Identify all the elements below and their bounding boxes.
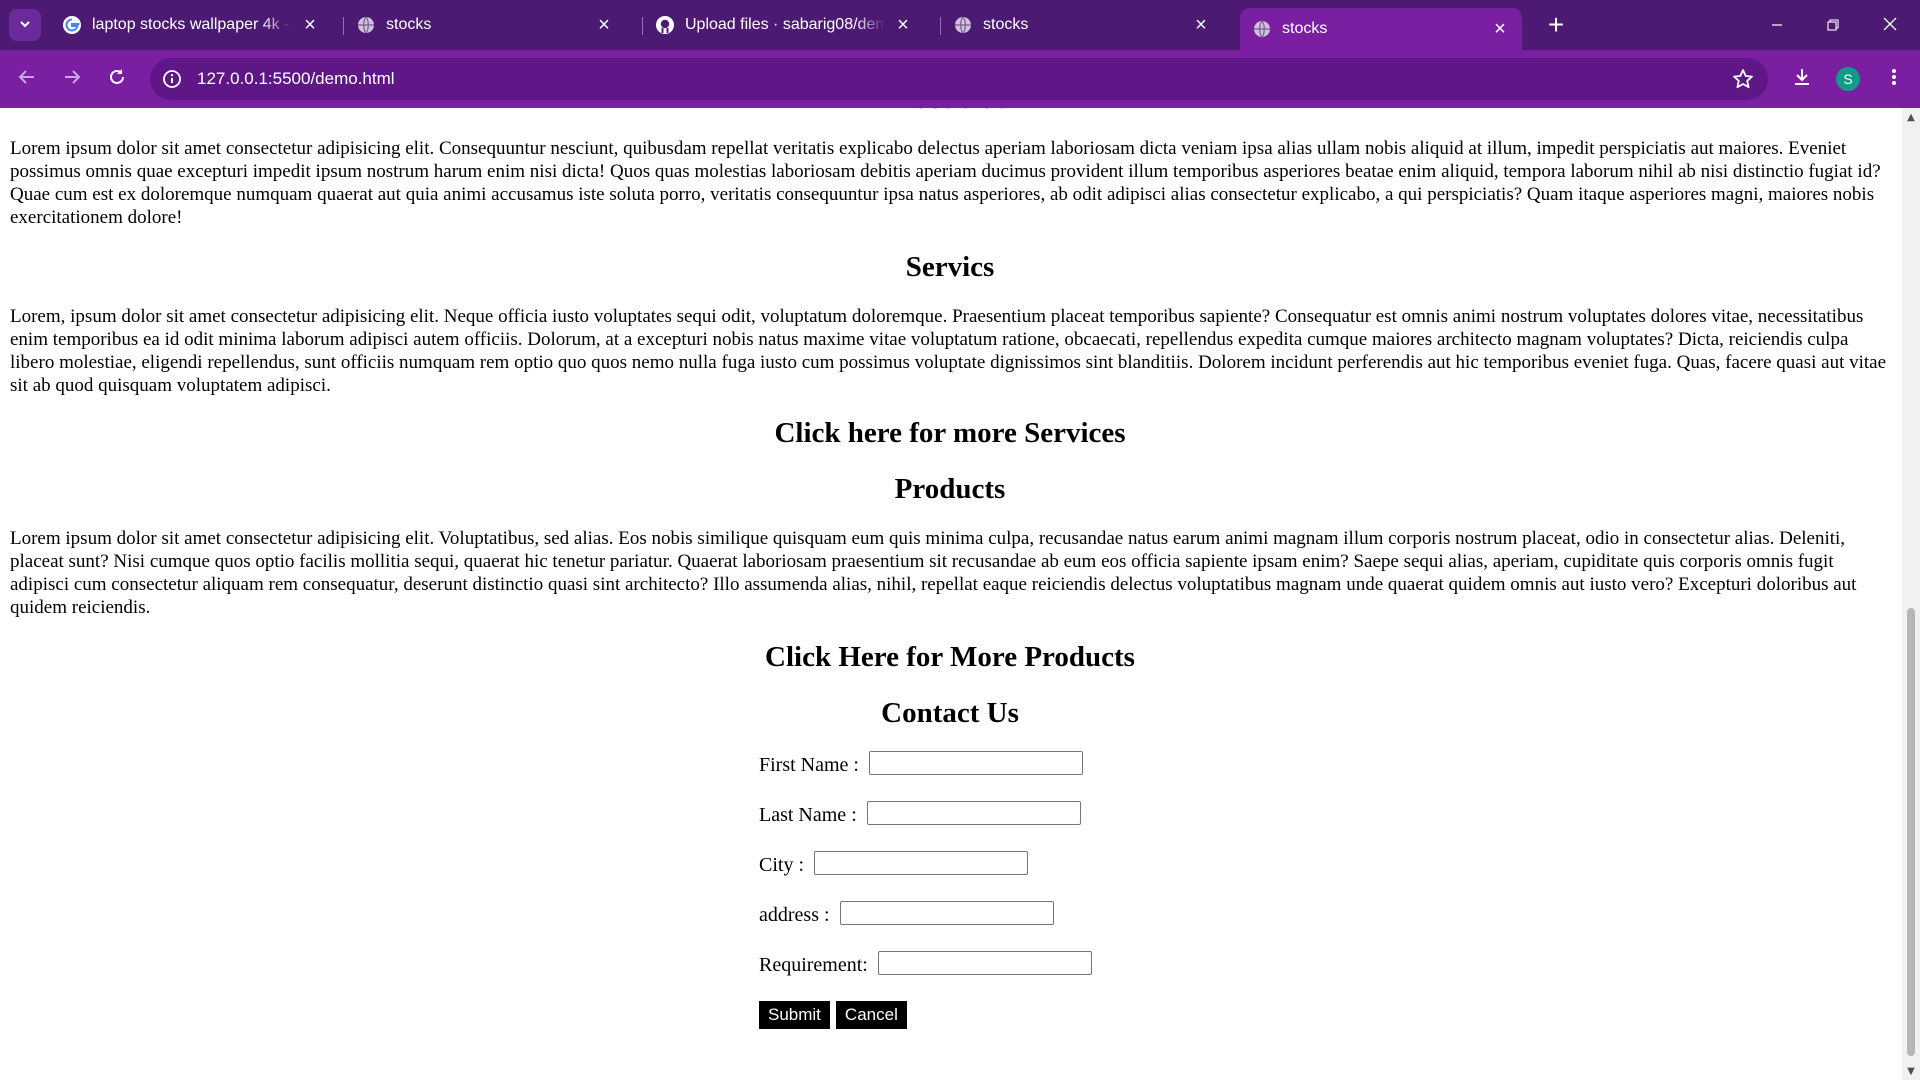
- browser-toolbar: 127.0.0.1:5500/demo.html: [0, 50, 1920, 108]
- close-icon[interactable]: ×: [1189, 13, 1213, 37]
- tab-google-search[interactable]: laptop stocks wallpaper 4k - Go ×: [50, 8, 332, 42]
- address-bar[interactable]: 127.0.0.1:5500/demo.html: [150, 58, 1768, 100]
- arrow-left-icon: [18, 68, 36, 90]
- arrow-right-icon: [63, 68, 81, 90]
- downloads-button[interactable]: [1786, 63, 1818, 95]
- chevron-down-icon: [18, 16, 32, 35]
- plus-icon: +: [1547, 9, 1565, 40]
- kebab-menu-icon: [1891, 68, 1897, 90]
- page-content: About Us Lorem ipsum dolor sit amet cons…: [10, 108, 1890, 1029]
- page-viewport: About Us Lorem ipsum dolor sit amet cons…: [0, 108, 1902, 1080]
- tab-label: stocks: [983, 16, 1029, 33]
- first-name-field[interactable]: [869, 751, 1083, 775]
- tab-stocks-active[interactable]: stocks ×: [1240, 8, 1522, 50]
- form-buttons: Submit Cancel: [759, 1001, 1259, 1029]
- contact-heading: Contact Us: [881, 697, 1019, 729]
- city-field[interactable]: [814, 851, 1029, 875]
- tab-stocks-1[interactable]: stocks ×: [344, 8, 626, 42]
- address-row: address :: [759, 901, 1259, 951]
- requirement-row: Requirement:: [759, 951, 1259, 1001]
- reload-icon: [108, 68, 126, 90]
- google-icon: [62, 15, 82, 35]
- close-icon[interactable]: ×: [592, 13, 616, 37]
- restore-button[interactable]: [1810, 6, 1856, 44]
- contact-form: First Name : Last Name : City : address …: [759, 751, 1259, 1029]
- forward-button[interactable]: [56, 63, 88, 95]
- address-field[interactable]: [839, 901, 1054, 925]
- menu-button[interactable]: [1878, 63, 1910, 95]
- products-heading: Products: [894, 473, 1006, 505]
- close-icon: [1883, 16, 1897, 35]
- reload-button[interactable]: [101, 63, 133, 95]
- profile-avatar[interactable]: S: [1836, 67, 1860, 91]
- cancel-button[interactable]: Cancel: [835, 1001, 907, 1029]
- url-text: 127.0.0.1:5500/demo.html: [197, 69, 395, 88]
- services-heading: Servics: [905, 251, 995, 283]
- scroll-down-arrow-icon[interactable]: ▼: [1902, 1062, 1920, 1080]
- tab-github-upload[interactable]: Upload files · sabarig08/demo ×: [643, 8, 925, 42]
- first-name-row: First Name :: [759, 751, 1259, 801]
- address-label: address :: [759, 904, 835, 926]
- new-tab-button[interactable]: +: [1541, 9, 1571, 40]
- more-products-link[interactable]: Click Here for More Products: [10, 640, 1890, 674]
- submit-button[interactable]: Submit: [759, 1001, 830, 1029]
- city-row: City :: [759, 851, 1259, 901]
- bookmark-star-icon[interactable]: [1732, 68, 1754, 90]
- products-paragraph: Lorem ipsum dolor sit amet consectetur a…: [10, 528, 1857, 618]
- globe-icon: [1252, 19, 1272, 39]
- close-window-button[interactable]: [1867, 6, 1913, 44]
- last-name-field[interactable]: [866, 801, 1081, 825]
- close-icon[interactable]: ×: [298, 13, 322, 37]
- first-name-label: First Name :: [759, 754, 864, 776]
- tab-label: stocks: [386, 16, 432, 33]
- requirement-field[interactable]: [877, 951, 1092, 975]
- more-services-link[interactable]: Click here for more Services: [10, 416, 1890, 450]
- globe-icon: [356, 15, 376, 35]
- about-paragraph: Lorem ipsum dolor sit amet consectetur a…: [10, 138, 1881, 228]
- site-info-icon[interactable]: [162, 69, 182, 89]
- tab-label: laptop stocks wallpaper 4k - Go: [92, 16, 292, 33]
- back-button[interactable]: [11, 63, 43, 95]
- requirement-label: Requirement:: [759, 954, 873, 976]
- tab-strip: laptop stocks wallpaper 4k - Go × stocks…: [0, 0, 1920, 50]
- minimize-button[interactable]: [1754, 6, 1800, 44]
- globe-icon: [953, 15, 973, 35]
- restore-icon: [1827, 16, 1839, 35]
- about-heading: About Us: [10, 108, 1890, 116]
- last-name-row: Last Name :: [759, 801, 1259, 851]
- download-icon: [1792, 67, 1812, 91]
- tab-stocks-2[interactable]: stocks ×: [941, 8, 1223, 42]
- tab-label: stocks: [1282, 20, 1328, 37]
- last-name-label: Last Name :: [759, 804, 862, 826]
- services-paragraph: Lorem, ipsum dolor sit amet consectetur …: [10, 306, 1887, 396]
- close-icon[interactable]: ×: [891, 13, 915, 37]
- city-label: City :: [759, 854, 810, 876]
- close-icon[interactable]: ×: [1488, 17, 1512, 41]
- tab-search-button[interactable]: [9, 9, 41, 41]
- minimize-icon: [1771, 16, 1783, 35]
- github-icon: [655, 15, 675, 35]
- scroll-thumb[interactable]: [1907, 608, 1915, 1056]
- tab-label: Upload files · sabarig08/demo: [685, 16, 885, 33]
- scroll-up-arrow-icon[interactable]: ▲: [1902, 108, 1920, 126]
- vertical-scrollbar[interactable]: ▲ ▼: [1902, 108, 1920, 1080]
